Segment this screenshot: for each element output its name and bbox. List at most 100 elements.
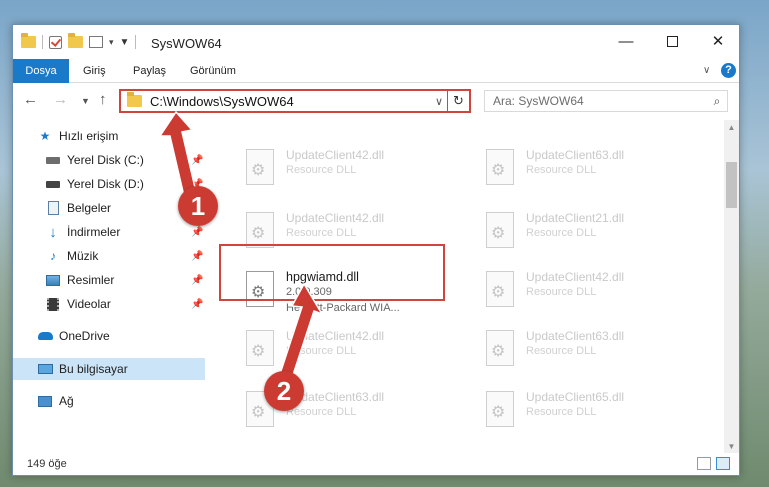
tab-home[interactable]: Giriş: [83, 59, 106, 83]
file-name: UpdateClient21.dll: [526, 211, 625, 225]
file-type: Resource DLL: [526, 406, 597, 418]
file-type: Resource DLL: [526, 164, 597, 176]
back-arrow-icon[interactable]: ←: [23, 91, 38, 108]
sidebar-item-onedrive[interactable]: OneDrive: [13, 325, 205, 347]
properties-icon[interactable]: [89, 36, 103, 48]
gear-icon: ⚙: [491, 162, 506, 179]
music-icon: ♪: [50, 249, 56, 263]
maximize-button[interactable]: [649, 25, 695, 57]
callout-step-1: 1: [178, 186, 218, 226]
sidebar-item-local-disk-d[interactable]: Yerel Disk (D:) 📌: [13, 173, 205, 195]
tab-file[interactable]: Dosya: [13, 59, 69, 83]
dll-file-icon: ⚙: [246, 212, 274, 248]
list-item[interactable]: ⚙ UpdateClient42.dll Resource DLL: [234, 321, 464, 379]
file-name: UpdateClient63.dll: [526, 148, 625, 162]
pin-icon[interactable]: 📌: [191, 275, 203, 286]
sidebar-item-label: OneDrive: [59, 329, 110, 343]
cloud-icon: [37, 329, 53, 343]
chevron-down-icon[interactable]: ∨: [431, 95, 447, 108]
pin-icon[interactable]: 📌: [191, 227, 203, 238]
navigation-pane: ★ Hızlı erişim Yerel Disk (C:) 📌 Yerel D…: [13, 122, 205, 452]
customize-toolbar-icon[interactable]: ▼: [120, 37, 130, 48]
gear-icon: ⚙: [491, 284, 506, 301]
file-type: Resource DLL: [286, 406, 357, 418]
sidebar-item-label: Resimler: [67, 273, 115, 287]
sidebar-item-downloads[interactable]: ↓ İndirmeler 📌: [13, 221, 205, 243]
up-arrow-icon[interactable]: ↑: [99, 91, 107, 108]
dll-file-icon: ⚙: [486, 391, 514, 427]
scroll-down-icon[interactable]: ▼: [724, 439, 739, 454]
list-item[interactable]: ⚙ UpdateClient65.dll Resource DLL: [474, 382, 704, 440]
callout-step-2: 2: [264, 371, 304, 411]
address-path[interactable]: C:\Windows\SysWOW64: [150, 94, 431, 109]
window-title: SysWOW64: [151, 36, 222, 51]
scroll-up-icon[interactable]: ▲: [724, 120, 739, 135]
scrollbar-thumb[interactable]: [726, 162, 737, 208]
new-folder-icon[interactable]: [68, 33, 83, 48]
file-name: UpdateClient65.dll: [526, 390, 625, 404]
star-icon: ★: [39, 129, 51, 143]
pin-icon[interactable]: 📌: [191, 299, 203, 310]
search-icon[interactable]: ⌕: [707, 94, 727, 109]
divider: [42, 35, 43, 49]
pin-icon[interactable]: 📌: [191, 251, 203, 262]
document-icon: [45, 201, 61, 215]
sidebar-item-videos[interactable]: Videolar 📌: [13, 293, 205, 315]
help-icon[interactable]: ?: [721, 63, 736, 78]
file-name: UpdateClient42.dll: [526, 270, 625, 284]
drive-icon: [45, 177, 61, 191]
list-item[interactable]: ⚙ UpdateClient63.dll Resource DLL: [474, 140, 704, 198]
navigation-bar: ← → ▼ ↑ C:\Windows\SysWOW64 ∨ ↻ ⌕: [13, 84, 739, 118]
maximize-icon: [666, 35, 678, 47]
sidebar-item-this-pc[interactable]: Bu bilgisayar: [13, 358, 205, 380]
gear-icon: ⚙: [491, 225, 506, 242]
gear-icon: ⚙: [251, 343, 266, 360]
list-item[interactable]: ⚙ UpdateClient42.dll Resource DLL: [234, 140, 464, 198]
network-icon: [37, 394, 53, 408]
sidebar-item-label: Videolar: [67, 297, 111, 311]
details-view-icon[interactable]: [697, 457, 711, 470]
tab-view[interactable]: Görünüm: [190, 59, 236, 83]
sidebar-item-documents[interactable]: Belgeler 📌: [13, 197, 205, 219]
file-type: Resource DLL: [526, 227, 597, 239]
search-box[interactable]: ⌕: [484, 90, 728, 112]
tab-share[interactable]: Paylaş: [133, 59, 166, 83]
sidebar-item-music[interactable]: ♪ Müzik 📌: [13, 245, 205, 267]
sidebar-item-label: Ağ: [59, 394, 74, 408]
sidebar-item-label: Hızlı erişim: [59, 129, 119, 143]
file-name: UpdateClient42.dll: [286, 329, 385, 343]
folder-icon: [127, 92, 142, 107]
sidebar-item-network[interactable]: Ağ: [13, 390, 205, 412]
recent-locations-icon[interactable]: ▼: [81, 96, 90, 106]
chevron-down-icon[interactable]: ▾: [109, 37, 114, 48]
close-button[interactable]: ✕: [695, 25, 739, 57]
refresh-icon[interactable]: ↻: [447, 91, 469, 111]
forward-arrow-icon[interactable]: →: [53, 91, 68, 108]
drive-icon: [45, 153, 61, 167]
file-name: UpdateClient42.dll: [286, 211, 385, 225]
sidebar-item-label: Yerel Disk (D:): [67, 177, 144, 191]
list-item[interactable]: ⚙ UpdateClient63.dll Resource DLL: [474, 321, 704, 379]
dll-file-icon: ⚙: [246, 149, 274, 185]
file-name: UpdateClient63.dll: [526, 329, 625, 343]
dll-file-icon: ⚙: [486, 212, 514, 248]
list-item[interactable]: ⚙ UpdateClient21.dll Resource DLL: [474, 203, 704, 261]
sidebar-item-quick-access[interactable]: ★ Hızlı erişim: [13, 125, 205, 147]
expand-ribbon-icon[interactable]: ∨: [703, 65, 710, 76]
vertical-scrollbar[interactable]: ▲ ▼: [724, 120, 739, 454]
sidebar-item-pictures[interactable]: Resimler 📌: [13, 269, 205, 291]
search-input[interactable]: [485, 94, 707, 108]
gear-icon: ⚙: [251, 162, 266, 179]
address-bar[interactable]: C:\Windows\SysWOW64 ∨ ↻: [119, 89, 471, 113]
properties-check-icon[interactable]: [49, 35, 62, 49]
pin-icon[interactable]: 📌: [191, 155, 203, 166]
file-type: Resource DLL: [286, 227, 357, 239]
gear-icon: ⚙: [491, 343, 506, 360]
minimize-button[interactable]: —: [603, 25, 649, 57]
folder-icon: [21, 33, 36, 48]
list-item[interactable]: ⚙ UpdateClient42.dll Resource DLL: [474, 262, 704, 320]
sidebar-item-label: Belgeler: [67, 201, 112, 215]
tiles-view-icon[interactable]: [716, 457, 730, 470]
sidebar-item-label: Müzik: [67, 249, 99, 263]
sidebar-item-local-disk-c[interactable]: Yerel Disk (C:) 📌: [13, 149, 205, 171]
